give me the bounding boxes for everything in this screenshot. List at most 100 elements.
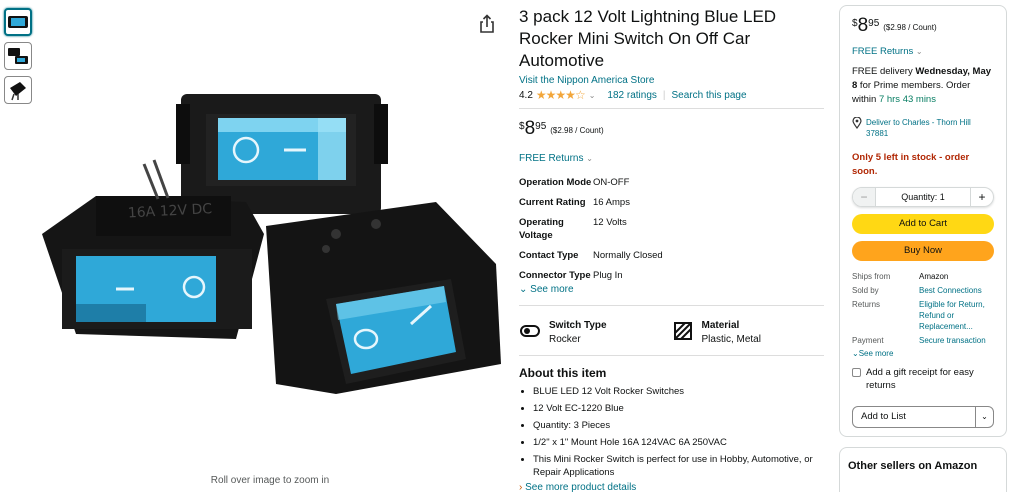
spec-row: Contact Type Normally Closed bbox=[519, 247, 799, 267]
free-returns-link[interactable]: FREE Returns ⌄ bbox=[519, 153, 824, 164]
feature-material: Material Plastic, Metal bbox=[672, 320, 825, 345]
list-item: BLUE LED 12 Volt Rocker Switches bbox=[533, 385, 824, 398]
feature-title: Switch Type bbox=[549, 320, 607, 331]
search-page-link[interactable]: Search this page bbox=[672, 90, 747, 101]
product-title: 3 pack 12 Volt Lightning Blue LED Rocker… bbox=[519, 7, 777, 70]
switch-thumbnail-image bbox=[10, 82, 26, 101]
chevron-down-icon: ⌄ bbox=[519, 284, 528, 295]
thumbnail-2[interactable] bbox=[4, 42, 32, 70]
info-row: Sold by Best Connections bbox=[852, 285, 994, 296]
list-item: This Mini Rocker Switch is perfect for u… bbox=[533, 453, 824, 479]
quantity-value[interactable]: Quantity: 1 bbox=[875, 188, 971, 206]
feature-title: Material bbox=[701, 320, 740, 331]
info-key: Ships from bbox=[852, 272, 891, 281]
info-row: Ships from Amazon bbox=[852, 271, 994, 282]
see-more-specs-link[interactable]: ⌄ See more bbox=[519, 284, 824, 295]
main-product-image[interactable]: 16A 12V DC bbox=[36, 84, 506, 394]
see-more-seller-link[interactable]: ⌄See more bbox=[852, 349, 994, 358]
chevron-down-icon: ⌄ bbox=[852, 349, 859, 358]
store-link[interactable]: Visit the Nippon America Store bbox=[519, 75, 824, 86]
delivery-info: FREE delivery Wednesday, May 8 for Prime… bbox=[852, 66, 992, 105]
spec-value: ON-OFF bbox=[593, 177, 630, 188]
switch-thumbnail-image bbox=[8, 48, 28, 64]
spec-key: Connector Type bbox=[519, 270, 591, 281]
chevron-right-icon: › bbox=[519, 482, 523, 492]
thumbnail-1[interactable] bbox=[4, 8, 32, 36]
delivery-countdown: 7 hrs 43 mins bbox=[878, 94, 936, 105]
other-sellers-heading: Other sellers on Amazon bbox=[839, 447, 1007, 492]
stock-status: Only 5 left in stock - order soon. bbox=[852, 152, 970, 177]
price: $ 8 95 ($2.98 / Count) bbox=[519, 119, 824, 139]
info-row: Payment Secure transaction bbox=[852, 335, 994, 346]
spec-key: Operation Mode bbox=[519, 177, 592, 188]
spec-key: Operating Voltage bbox=[519, 217, 564, 241]
add-to-cart-button[interactable]: Add to Cart bbox=[852, 214, 994, 234]
list-item: Quantity: 3 Pieces bbox=[533, 419, 824, 432]
spec-key: Contact Type bbox=[519, 250, 579, 261]
buy-box: $ 8 95 ($2.98 / Count) FREE Returns ⌄ FR… bbox=[839, 5, 1007, 437]
seller-info: Ships from Amazon Sold by Best Connections… bbox=[852, 271, 994, 346]
feature-value: Plastic, Metal bbox=[701, 334, 761, 345]
rating-row: 4.2 ★★★★☆ ⌄ 182 ratings | Search this pa… bbox=[519, 88, 824, 109]
location-pin-icon bbox=[852, 117, 862, 129]
see-product-details-link[interactable]: › See more product details bbox=[519, 482, 824, 492]
chevron-down-icon[interactable]: ⌄ bbox=[975, 407, 993, 427]
quantity-decrease-button[interactable]: − bbox=[853, 188, 875, 206]
feature-value: Rocker bbox=[549, 334, 581, 345]
buybox-price: $ 8 95 ($2.98 / Count) bbox=[852, 16, 994, 36]
spec-value: Plug In bbox=[593, 270, 623, 281]
price-whole: 8 bbox=[524, 118, 536, 139]
spec-row: Current Rating 16 Amps bbox=[519, 194, 799, 214]
spec-row: Operation Mode ON-OFF bbox=[519, 174, 799, 194]
spec-row: Operating Voltage 12 Volts bbox=[519, 214, 799, 247]
sold-by-link[interactable]: Best Connections bbox=[919, 285, 994, 296]
quantity-stepper[interactable]: − Quantity: 1 + bbox=[852, 187, 994, 207]
price-per-unit: ($2.98 / Count) bbox=[883, 23, 937, 32]
specs-table: Operation Mode ON-OFF Current Rating 16 Am… bbox=[519, 174, 799, 282]
info-row: Returns Eligible for Return, Refund or Re… bbox=[852, 299, 994, 332]
feature-switch-type: Switch Type Rocker bbox=[519, 320, 672, 345]
about-bullets: BLUE LED 12 Volt Rocker Switches 12 Volt… bbox=[519, 385, 824, 479]
chevron-down-icon: ⌄ bbox=[586, 154, 593, 163]
quantity-increase-button[interactable]: + bbox=[971, 188, 993, 206]
returns-policy-link[interactable]: Eligible for Return, Refund or Replaceme… bbox=[919, 299, 994, 332]
rating-value: 4.2 bbox=[519, 89, 533, 101]
price-whole: 8 bbox=[857, 15, 869, 36]
list-item: 1/2" x 1" Mount Hole 16A 124VAC 6A 250VA… bbox=[533, 436, 824, 449]
free-returns-link[interactable]: FREE Returns ⌄ bbox=[852, 46, 994, 57]
spec-row: Connector Type Plug In bbox=[519, 267, 799, 282]
buy-now-button[interactable]: Buy Now bbox=[852, 241, 994, 261]
gift-receipt-checkbox[interactable] bbox=[852, 368, 861, 377]
deliver-to-link[interactable]: Deliver to Charles - Thorn Hill 37881 bbox=[852, 117, 994, 139]
thumbnail-strip bbox=[4, 8, 34, 110]
ratings-count-link[interactable]: 182 ratings bbox=[607, 90, 656, 101]
about-title: About this item bbox=[519, 366, 607, 380]
gift-receipt-option[interactable]: Add a gift receipt for easy returns bbox=[852, 366, 994, 392]
spec-value: 12 Volts bbox=[593, 217, 627, 228]
share-icon[interactable] bbox=[478, 14, 496, 34]
chevron-down-icon[interactable]: ⌄ bbox=[589, 91, 596, 100]
chevron-down-icon: ⌄ bbox=[915, 47, 923, 56]
add-to-list-button[interactable]: Add to List ⌄ bbox=[852, 406, 994, 428]
info-value: Amazon bbox=[919, 272, 949, 281]
price-fraction: 95 bbox=[868, 18, 880, 29]
separator: | bbox=[662, 89, 666, 101]
specs-table-wrapper: Operation Mode ON-OFF Current Rating 16 Am… bbox=[519, 164, 824, 282]
gift-receipt-label: Add a gift receipt for easy returns bbox=[866, 367, 974, 391]
thumbnail-3[interactable] bbox=[4, 76, 32, 104]
list-item: 12 Volt EC-1220 Blue bbox=[533, 402, 824, 415]
star-rating-icon[interactable]: ★★★★☆ bbox=[536, 88, 586, 102]
about-section: About this item BLUE LED 12 Volt Rocker … bbox=[519, 355, 824, 492]
payment-link[interactable]: Secure transaction bbox=[919, 335, 994, 346]
spec-value: Normally Closed bbox=[593, 250, 663, 261]
spec-value: 16 Amps bbox=[593, 197, 630, 208]
zoom-hint: Roll over image to zoom in bbox=[210, 475, 330, 486]
switch-thumbnail-image bbox=[8, 16, 28, 28]
info-key: Sold by bbox=[852, 286, 879, 295]
feature-icons-row: Switch Type Rocker Material Plastic, Met… bbox=[519, 305, 824, 345]
info-key: Payment bbox=[852, 336, 884, 345]
product-details: 3 pack 12 Volt Lightning Blue LED Rocker… bbox=[519, 6, 824, 492]
info-key: Returns bbox=[852, 300, 881, 309]
add-to-list-label: Add to List bbox=[861, 411, 906, 422]
material-icon bbox=[673, 322, 692, 340]
